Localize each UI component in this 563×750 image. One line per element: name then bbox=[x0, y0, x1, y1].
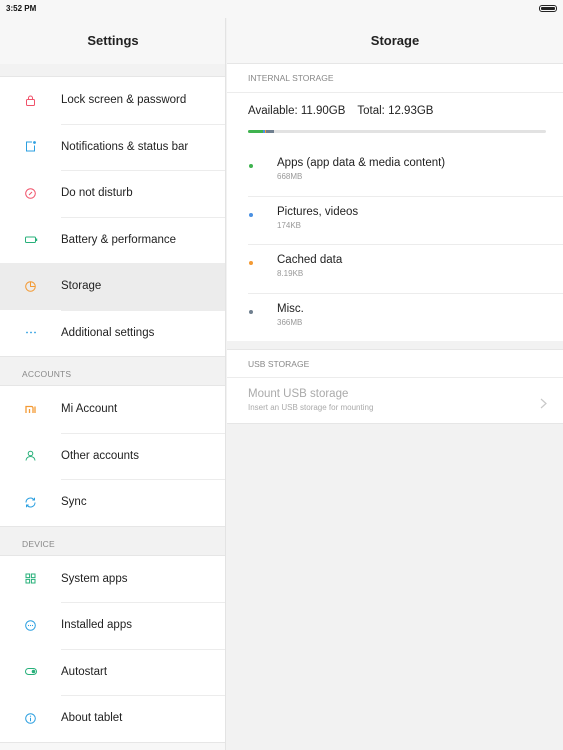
battery-icon bbox=[0, 233, 61, 246]
storage-category-item[interactable]: Misc. 366MB bbox=[227, 292, 563, 342]
sidebar-item-label: Storage bbox=[61, 280, 102, 293]
sidebar-item-autostart[interactable]: Autostart bbox=[0, 648, 225, 696]
sidebar-item-label: Notifications & status bar bbox=[61, 140, 189, 153]
notification-icon bbox=[0, 140, 61, 153]
status-bar: 3:52 PM bbox=[0, 0, 563, 18]
sidebar-item-label: Battery & performance bbox=[61, 233, 177, 246]
sidebar-item-other-accounts[interactable]: Other accounts bbox=[0, 432, 225, 480]
sidebar-item-label: System apps bbox=[61, 572, 128, 585]
category-color-dot-icon bbox=[249, 261, 253, 265]
storage-usage-bar bbox=[248, 130, 546, 133]
mount-usb-subtitle: Insert an USB storage for mounting bbox=[248, 403, 374, 412]
category-color-dot-icon bbox=[249, 309, 253, 314]
sidebar-item-notifications-status-bar[interactable]: Notifications & status bar bbox=[0, 123, 225, 171]
sidebar-item-battery-performance[interactable]: Battery & performance bbox=[0, 216, 225, 264]
apps-dots-icon bbox=[0, 619, 61, 632]
sidebar-item-label: About tablet bbox=[61, 712, 123, 725]
sidebar-item-label: Additional settings bbox=[61, 326, 155, 339]
mount-usb-title: Mount USB storage bbox=[248, 388, 349, 400]
category-name: Apps (app data & media content) bbox=[277, 157, 446, 169]
storage-category-item[interactable]: Cached data 8.19KB bbox=[227, 244, 563, 293]
sidebar-item-label: Autostart bbox=[61, 665, 108, 678]
sidebar-item-installed-apps[interactable]: Installed apps bbox=[0, 602, 225, 649]
category-size: 668MB bbox=[277, 172, 303, 181]
internal-storage-card: Available: 11.90GB Total: 12.93GB Apps (a… bbox=[227, 92, 563, 341]
chevron-right-icon bbox=[540, 396, 547, 414]
settings-group: Lock screen & password Notifications & st… bbox=[0, 76, 225, 357]
category-color-dot-icon bbox=[249, 212, 253, 217]
toggle-icon bbox=[0, 665, 61, 678]
sidebar-item-storage[interactable]: Storage bbox=[0, 263, 225, 310]
storage-category-item[interactable]: Apps (app data & media content) 668MB bbox=[227, 147, 563, 196]
usb-storage-header: USB STORAGE bbox=[227, 349, 563, 377]
storage-panel: Storage INTERNAL STORAGE Available: 11.9… bbox=[227, 18, 563, 750]
sidebar-item-system-apps[interactable]: System apps bbox=[0, 556, 225, 603]
sidebar-item-do-not-disturb[interactable]: Do not disturb bbox=[0, 170, 225, 217]
category-size: 8.19KB bbox=[277, 269, 304, 278]
category-size: 174KB bbox=[277, 220, 302, 230]
sidebar-item-label: Mi Account bbox=[61, 403, 118, 416]
sidebar-item-about-tablet[interactable]: About tablet bbox=[0, 695, 225, 742]
grid-icon bbox=[0, 572, 61, 585]
section-header: ACCOUNTS bbox=[0, 357, 225, 385]
section-header: DEVICE bbox=[0, 526, 225, 555]
category-name: Misc. bbox=[277, 302, 304, 315]
category-color-dot-icon bbox=[249, 164, 253, 168]
mi-logo-icon bbox=[0, 403, 61, 416]
info-icon bbox=[0, 712, 61, 725]
person-icon bbox=[0, 449, 61, 462]
category-name: Pictures, videos bbox=[277, 205, 359, 218]
usage-segment-misc bbox=[265, 130, 275, 133]
more-dots-icon bbox=[0, 326, 61, 339]
sidebar-title: Settings bbox=[0, 18, 225, 64]
storage-pie-icon bbox=[0, 280, 61, 293]
internal-storage-header: INTERNAL STORAGE bbox=[227, 64, 563, 92]
sidebar-list: SYSTEM & DEVICELock screen & passwordNot… bbox=[0, 56, 225, 743]
lock-icon bbox=[0, 94, 61, 107]
sidebar-item-label: Lock screen & password bbox=[61, 94, 187, 107]
sidebar-item-label: Installed apps bbox=[61, 619, 132, 632]
sync-icon bbox=[0, 496, 61, 509]
sidebar-item-lock-screen-password[interactable]: Lock screen & password bbox=[0, 77, 225, 124]
settings-group: Mi Account Other accounts Sync bbox=[0, 385, 225, 527]
sidebar-item-label: Do not disturb bbox=[61, 187, 133, 200]
available-storage: Available: 11.90GB bbox=[248, 105, 346, 117]
category-name: Cached data bbox=[277, 254, 343, 266]
total-storage: Total: 12.93GB bbox=[357, 105, 434, 117]
storage-summary: Available: 11.90GB Total: 12.93GB bbox=[227, 92, 563, 130]
sidebar-item-mi-account[interactable]: Mi Account bbox=[0, 386, 225, 433]
battery-indicator-icon bbox=[539, 5, 557, 12]
do-not-disturb-icon bbox=[0, 187, 61, 200]
sidebar-item-label: Other accounts bbox=[61, 449, 139, 462]
settings-group: System apps Installed apps Autostart About … bbox=[0, 554, 225, 743]
page-title: Storage bbox=[227, 18, 563, 64]
sidebar-item-additional-settings[interactable]: Additional settings bbox=[0, 309, 225, 357]
sidebar-item-sync[interactable]: Sync bbox=[0, 479, 225, 526]
settings-sidebar: Settings SYSTEM & DEVICELock screen & pa… bbox=[0, 18, 226, 750]
mount-usb-storage-item[interactable]: Mount USB storage Insert an USB storage … bbox=[227, 377, 563, 424]
sidebar-item-label: Sync bbox=[61, 496, 87, 509]
storage-category-list: Apps (app data & media content) 668MB Pict… bbox=[227, 147, 563, 341]
status-time: 3:52 PM bbox=[6, 4, 37, 13]
storage-category-item[interactable]: Pictures, videos 174KB bbox=[227, 195, 563, 245]
usage-segment-apps bbox=[248, 130, 264, 133]
category-size: 366MB bbox=[277, 317, 303, 327]
